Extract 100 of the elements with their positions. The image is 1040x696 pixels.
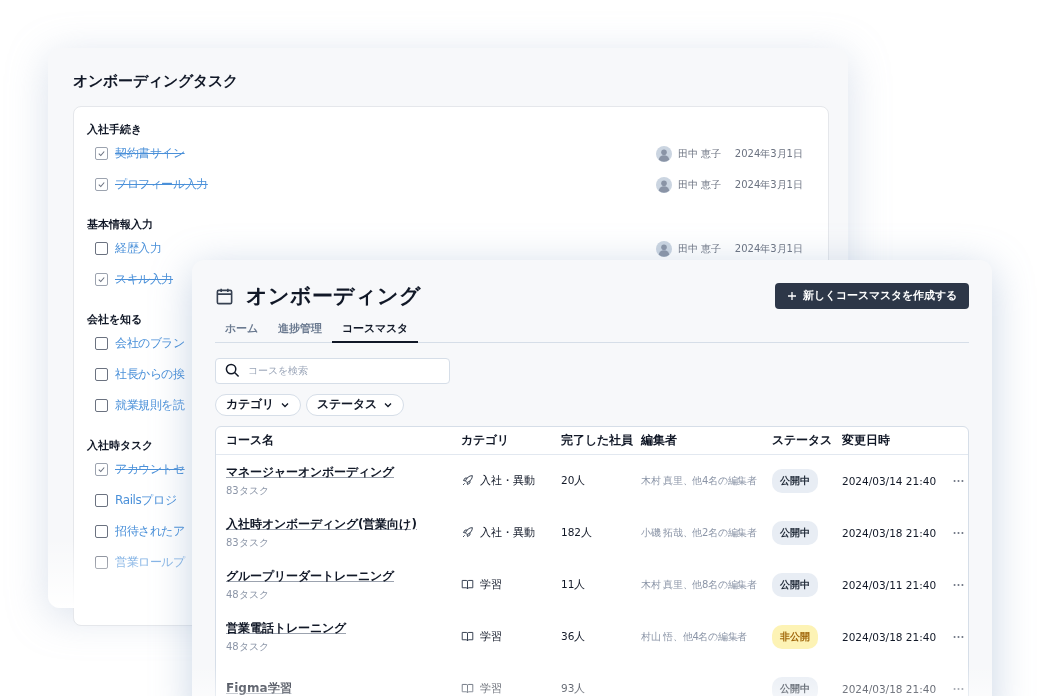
course-link[interactable]: 入社時オンボーディング(営業向け)	[226, 515, 417, 533]
task-link[interactable]: 契約書サイン	[115, 145, 185, 162]
due-date: 2024年3月1日	[734, 177, 803, 192]
checkbox[interactable]	[95, 147, 108, 160]
group-heading: 基本情報入力	[87, 217, 153, 233]
checkbox[interactable]	[95, 525, 108, 538]
checkbox[interactable]	[95, 178, 108, 191]
more-icon[interactable]	[952, 582, 964, 587]
status-badge: 公開中	[772, 572, 818, 597]
task-link[interactable]: 経歴入力	[115, 240, 162, 257]
table-cell-text: 2024/03/18 21:40	[842, 630, 938, 643]
task-link[interactable]: 会社のブラン	[115, 335, 185, 352]
task-link[interactable]: 社長からの挨	[115, 366, 185, 383]
task-link[interactable]: 招待されたア	[115, 523, 185, 540]
due-date: 2024年3月1日	[734, 146, 803, 161]
check-icon	[97, 465, 106, 474]
task-link[interactable]: スキル入力	[115, 271, 173, 288]
category-label: 学習	[480, 629, 502, 644]
checkbox[interactable]	[95, 337, 108, 350]
avatar-icon	[655, 145, 672, 162]
book-icon	[461, 578, 474, 591]
more-icon[interactable]	[952, 478, 964, 483]
filter-dropdown[interactable]: カテゴリ	[215, 393, 301, 416]
avatar-icon	[655, 176, 672, 193]
category-label: 入社・異動	[480, 473, 535, 488]
category-label: 学習	[480, 681, 502, 696]
more-icon[interactable]	[952, 530, 964, 535]
window-title: オンボーディングタスク	[73, 72, 238, 91]
status-badge: 公開中	[772, 468, 818, 493]
check-icon	[97, 149, 106, 158]
plus-icon	[787, 291, 797, 301]
more-icon[interactable]	[952, 686, 964, 691]
book-icon	[461, 682, 474, 695]
table-cell-text: 2024/03/11 21:40	[842, 578, 938, 591]
group-heading: 会社を知る	[87, 312, 142, 328]
search-field[interactable]: コースを検索	[215, 357, 450, 384]
tab[interactable]: コースマスタ	[332, 318, 418, 343]
checkbox[interactable]	[95, 242, 108, 255]
group-heading: 入社手続き	[87, 122, 142, 138]
category-label: 入社・異動	[480, 525, 535, 540]
course-link[interactable]: Figma学習	[226, 680, 292, 696]
editor-names: 木村 真里、他4名の編集者	[641, 474, 757, 486]
course-link[interactable]: グループリーダートレーニング	[226, 567, 394, 585]
task-count: 83タスク	[226, 535, 269, 550]
task-count: 48タスク	[226, 639, 269, 654]
column-header: 完了した社員	[561, 431, 634, 449]
checkbox[interactable]	[95, 368, 108, 381]
checkbox[interactable]	[95, 494, 108, 507]
table-cell-text: 2024/03/14 21:40	[842, 474, 938, 487]
course-link[interactable]: 営業電話トレーニング	[226, 619, 346, 637]
table-cell-text: 2024/03/18 21:40	[842, 682, 938, 695]
group-heading: 入社時タスク	[87, 438, 153, 454]
avatar-icon	[655, 240, 672, 257]
check-icon	[97, 180, 106, 189]
book-icon	[461, 630, 474, 643]
category-label: 学習	[480, 577, 502, 592]
column-header: ステータス	[772, 431, 833, 449]
more-icon[interactable]	[952, 634, 964, 639]
filter-dropdown[interactable]: ステータス	[306, 393, 404, 416]
page-title: オンボーディング	[246, 283, 421, 310]
check-icon	[97, 275, 106, 284]
editor-names: 村山 悟、他4名の編集者	[641, 630, 747, 642]
column-header: カテゴリ	[461, 431, 510, 449]
column-header: コース名	[225, 431, 275, 449]
table-cell-text: 182人	[561, 525, 594, 540]
checkbox[interactable]	[95, 399, 108, 412]
checkbox[interactable]	[95, 273, 108, 286]
checkbox[interactable]	[95, 556, 108, 569]
tab[interactable]: ホーム	[215, 318, 268, 343]
tab[interactable]: 進捗管理	[268, 318, 332, 343]
task-link[interactable]: アカウントセ	[115, 461, 185, 478]
column-header: 変更日時	[842, 431, 891, 449]
table-cell-text: 11人	[561, 577, 587, 592]
task-count: 83タスク	[226, 483, 269, 498]
table-cell-text: 36人	[561, 629, 587, 644]
task-link[interactable]: 就業規則を読	[115, 397, 185, 414]
editor-names: 小磯 拓哉、他2名の編集者	[641, 526, 757, 538]
assignee-name: 田中 恵子	[677, 241, 721, 256]
rocket-icon	[461, 526, 474, 539]
checkbox[interactable]	[95, 463, 108, 476]
course-link[interactable]: マネージャーオンボーディング	[226, 463, 394, 481]
rocket-icon	[461, 474, 474, 487]
task-link[interactable]: プロフィール入力	[115, 176, 208, 193]
assignee-name: 田中 恵子	[677, 177, 721, 192]
editor-names: 木村 真里、他8名の編集者	[641, 578, 757, 590]
create-course-button[interactable]: 新しくコースマスタを作成する	[775, 283, 969, 309]
search-icon	[225, 363, 240, 378]
task-link[interactable]: 営業ロールプ	[115, 554, 185, 571]
column-header: 編集者	[641, 431, 678, 449]
calendar-icon	[215, 286, 234, 306]
assignee-name: 田中 恵子	[677, 146, 721, 161]
task-link[interactable]: Railsプロジ	[115, 492, 177, 509]
status-badge: 公開中	[772, 520, 818, 545]
status-badge: 非公開	[772, 624, 818, 649]
table-cell-text: 20人	[561, 473, 587, 488]
table-cell-text: 93人	[561, 681, 587, 696]
status-badge: 公開中	[772, 676, 818, 696]
task-count: 48タスク	[226, 587, 269, 602]
due-date: 2024年3月1日	[734, 241, 803, 256]
table-cell-text: 2024/03/18 21:40	[842, 526, 938, 539]
